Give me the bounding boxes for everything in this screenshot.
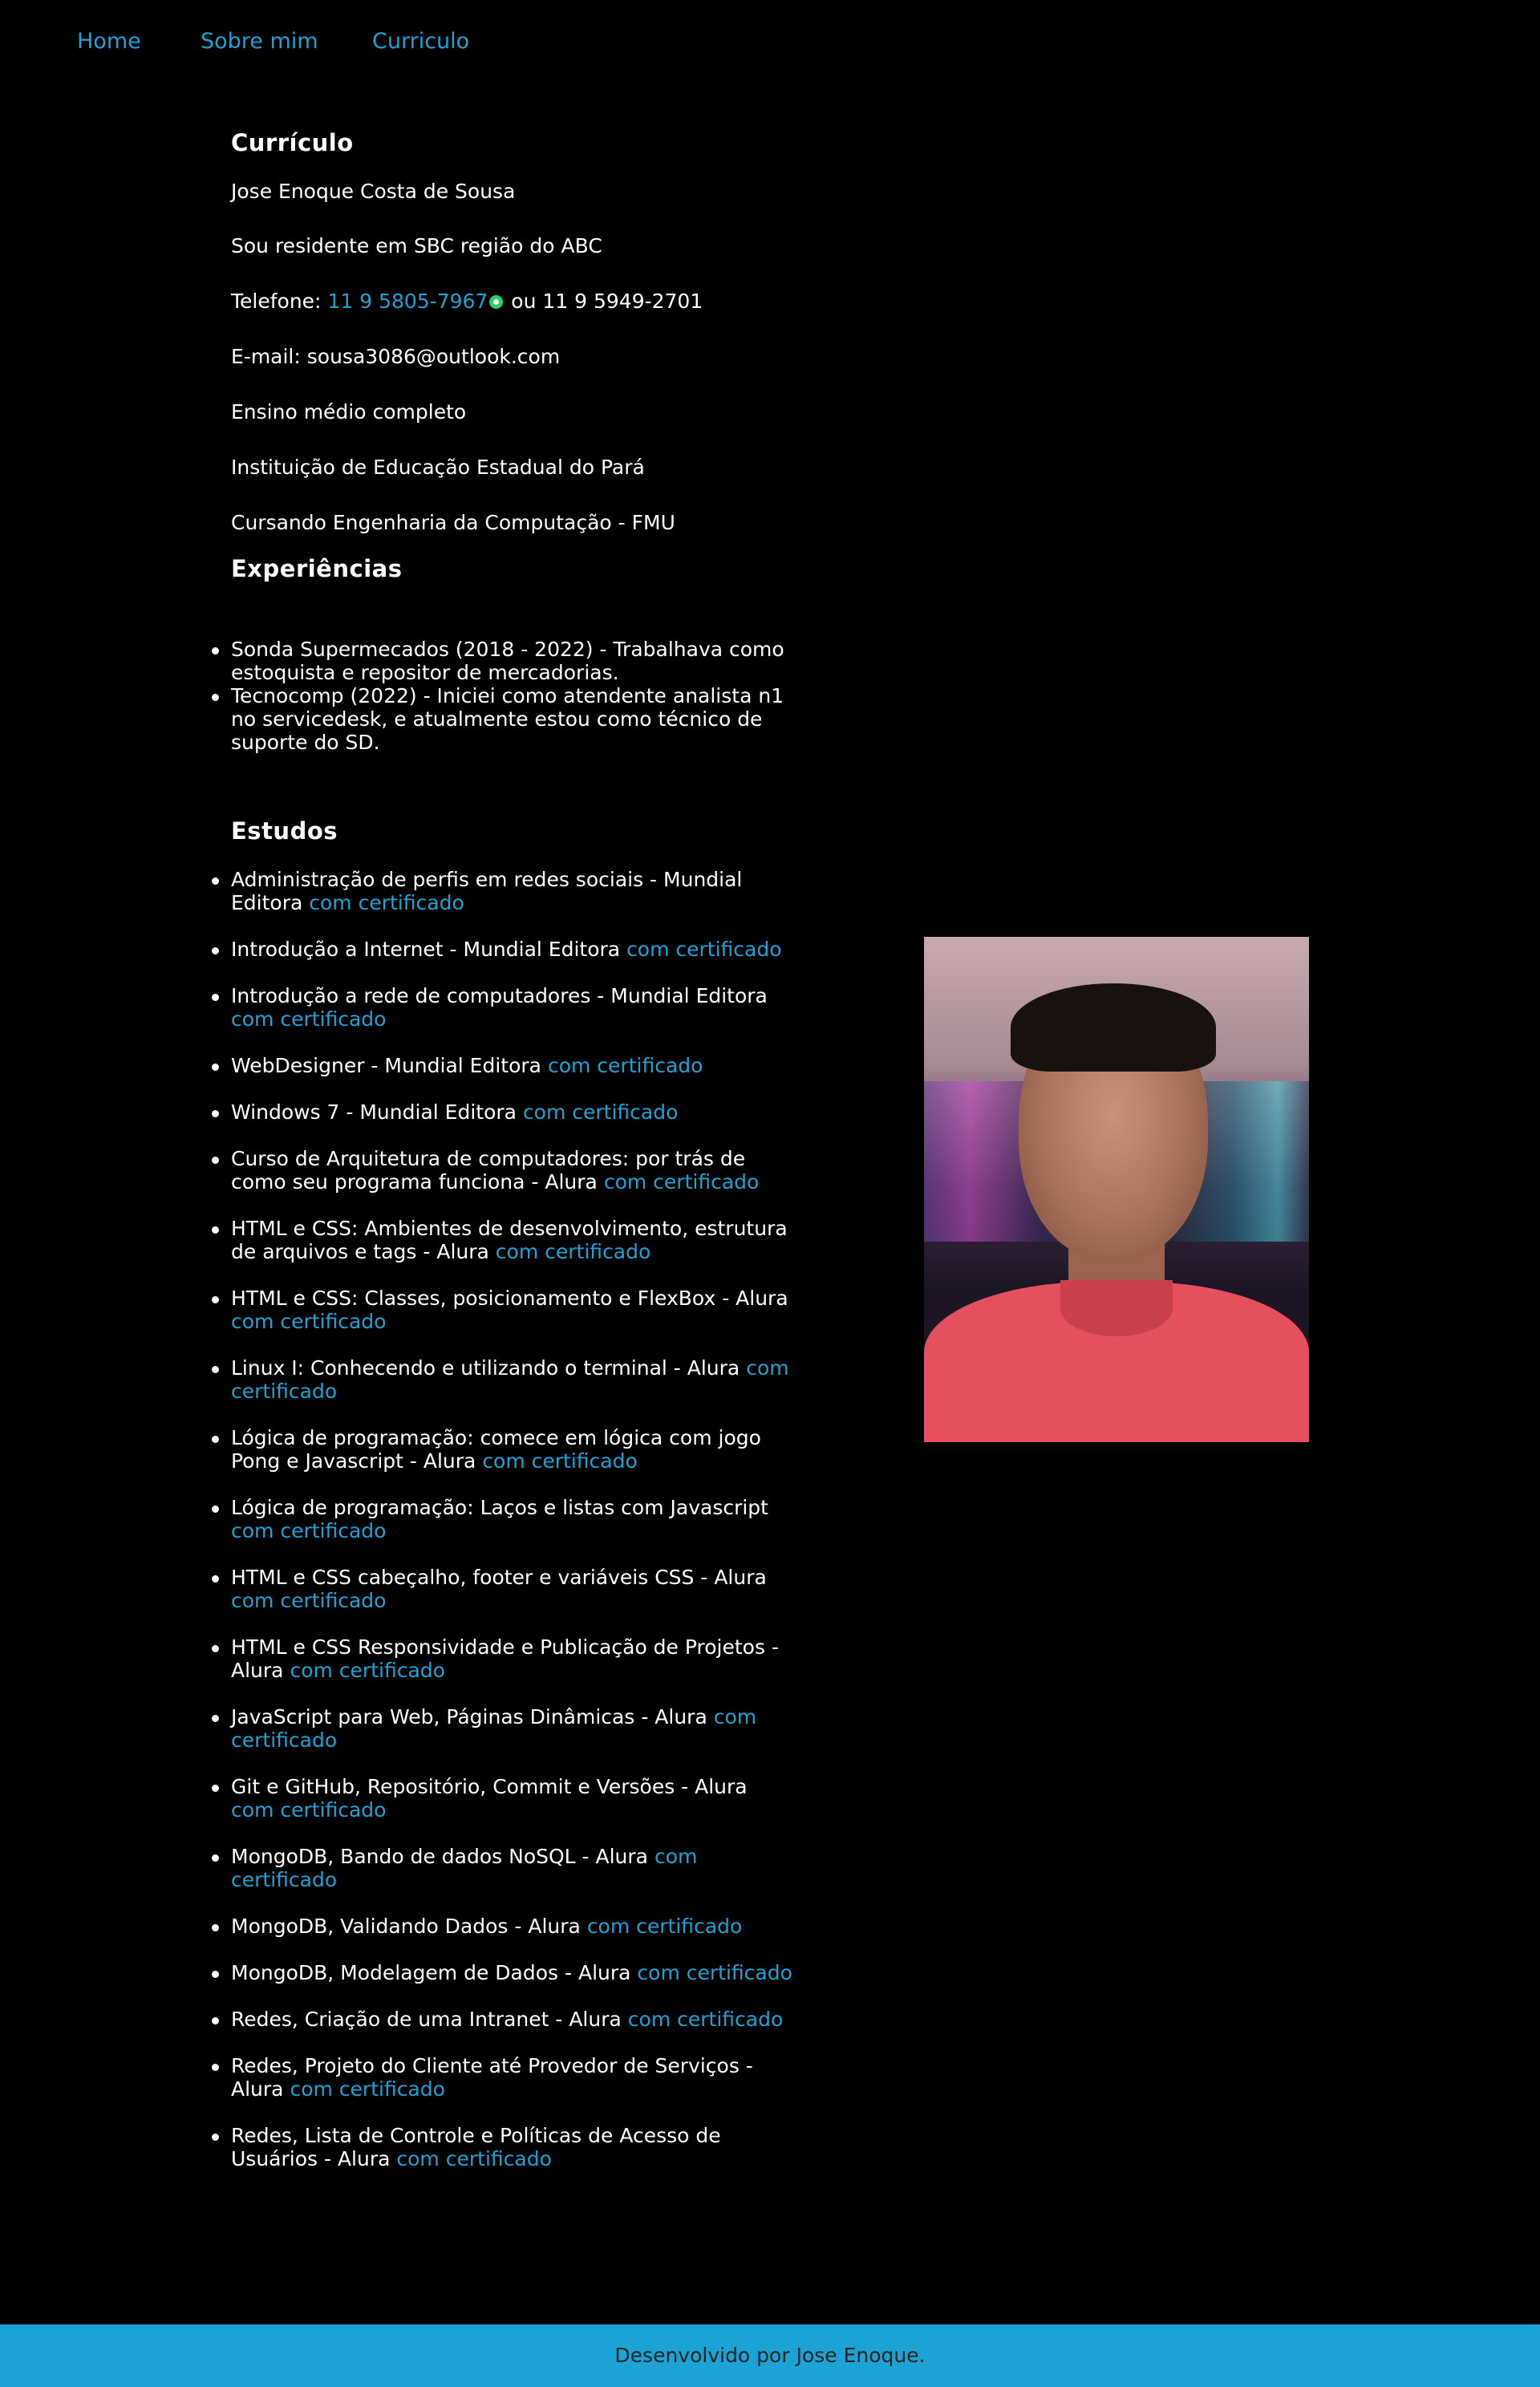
list-item: Lógica de programação: comece em lógica … bbox=[212, 1426, 792, 1473]
list-item: Administração de perfis em redes sociais… bbox=[212, 868, 792, 914]
list-item: Lógica de programação: Laços e listas co… bbox=[212, 1496, 792, 1542]
certificate-link[interactable]: com certificado bbox=[231, 1798, 386, 1822]
list-item: WebDesigner - Mundial Editora com certif… bbox=[212, 1054, 792, 1077]
course-title: HTML e CSS cabeçalho, footer e variáveis… bbox=[231, 1566, 767, 1589]
course-title: MongoDB, Validando Dados - Alura bbox=[231, 1915, 581, 1938]
footer-text: Desenvolvido por Jose Enoque. bbox=[614, 2344, 926, 2367]
phone-alt: ou 11 9 5949-2701 bbox=[511, 290, 703, 313]
course-title: HTML e CSS: Classes, posicionamento e Fl… bbox=[231, 1287, 788, 1310]
certificate-link[interactable]: com certificado bbox=[637, 1961, 792, 1984]
phone-label: Telefone: bbox=[231, 290, 322, 313]
list-item: MongoDB, Validando Dados - Alura com cer… bbox=[212, 1915, 792, 1938]
certificate-link[interactable]: com certificado bbox=[396, 2147, 551, 2170]
top-nav: Home Sobre mim Curriculo bbox=[0, 0, 1540, 85]
list-item: Redes, Lista de Controle e Políticas de … bbox=[212, 2124, 792, 2170]
list-item: Windows 7 - Mundial Editora com certific… bbox=[212, 1100, 792, 1124]
certificate-link[interactable]: com certificado bbox=[231, 1007, 386, 1031]
estudos-title: Estudos bbox=[231, 817, 338, 845]
certificate-link[interactable]: com certificado bbox=[626, 938, 781, 961]
residence-text: Sou residente em SBC região do ABC bbox=[231, 234, 602, 257]
certificate-link[interactable]: com certificado bbox=[496, 1240, 650, 1263]
curriculo-title: Currículo bbox=[231, 129, 354, 156]
course-title: JavaScript para Web, Páginas Dinâmicas -… bbox=[231, 1705, 707, 1728]
list-item: Redes, Projeto do Cliente até Provedor d… bbox=[212, 2054, 792, 2101]
list-item: Redes, Criação de uma Intranet - Alura c… bbox=[212, 2008, 792, 2031]
list-item: Tecnocomp (2022) - Iniciei como atendent… bbox=[212, 684, 792, 754]
list-item: Curso de Arquitetura de computadores: po… bbox=[212, 1147, 792, 1194]
experiencias-title: Experiências bbox=[231, 555, 403, 582]
list-item: JavaScript para Web, Páginas Dinâmicas -… bbox=[212, 1705, 792, 1752]
course-title: MongoDB, Modelagem de Dados - Alura bbox=[231, 1961, 631, 1984]
college-text: Cursando Engenharia da Computação - FMU bbox=[231, 511, 675, 534]
course-title: Git e GitHub, Repositório, Commit e Vers… bbox=[231, 1775, 748, 1798]
list-item: Git e GitHub, Repositório, Commit e Vers… bbox=[212, 1775, 792, 1822]
certificate-link[interactable]: com certificado bbox=[231, 1310, 386, 1333]
certificate-link[interactable]: com certificado bbox=[231, 1519, 386, 1542]
certificate-link[interactable]: com certificado bbox=[548, 1054, 703, 1077]
course-title: Lógica de programação: Laços e listas co… bbox=[231, 1496, 768, 1519]
phone-link[interactable]: 11 9 5805-7967 bbox=[327, 290, 488, 313]
certificate-link[interactable]: com certificado bbox=[290, 2077, 444, 2101]
list-item: MongoDB, Modelagem de Dados - Alura com … bbox=[212, 1961, 792, 1984]
phone-text: Telefone: 11 9 5805-7967 ou 11 9 5949-27… bbox=[231, 271, 792, 326]
course-title: Redes, Criação de uma Intranet - Alura bbox=[231, 2008, 622, 2031]
certificate-link[interactable]: com certificado bbox=[523, 1100, 678, 1124]
list-item: Linux I: Conhecendo e utilizando o termi… bbox=[212, 1356, 792, 1403]
certificate-link[interactable]: com certificado bbox=[290, 1659, 444, 1682]
list-item: Introdução a Internet - Mundial Editora … bbox=[212, 938, 792, 961]
profile-photo bbox=[924, 937, 1309, 1442]
list-item: HTML e CSS cabeçalho, footer e variáveis… bbox=[212, 1566, 792, 1612]
nav-curriculo-link[interactable]: Curriculo bbox=[372, 27, 469, 56]
list-item: Introdução a rede de computadores - Mund… bbox=[212, 984, 792, 1031]
certificate-link[interactable]: com certificado bbox=[604, 1170, 759, 1194]
certificate-link[interactable]: com certificado bbox=[231, 1589, 386, 1612]
list-item: HTML e CSS: Classes, posicionamento e Fl… bbox=[212, 1287, 792, 1333]
nav-sobre-link[interactable]: Sobre mim bbox=[201, 27, 318, 56]
course-title: Introdução a Internet - Mundial Editora bbox=[231, 938, 621, 961]
footer: Desenvolvido por Jose Enoque. bbox=[0, 2324, 1540, 2387]
email-text: E-mail: sousa3086@outlook.com bbox=[231, 345, 561, 368]
list-item: HTML e CSS: Ambientes de desenvolvimento… bbox=[212, 1217, 792, 1263]
course-title: Administração de perfis em redes sociais… bbox=[231, 868, 743, 914]
certificate-link[interactable]: com certificado bbox=[482, 1449, 637, 1473]
certificate-link[interactable]: com certificado bbox=[309, 891, 464, 914]
course-title: MongoDB, Bando de dados NoSQL - Alura bbox=[231, 1845, 648, 1868]
course-title: Windows 7 - Mundial Editora bbox=[231, 1100, 517, 1124]
experiencias-list: Sonda Supermecados (2018 - 2022) - Traba… bbox=[212, 638, 792, 754]
certificate-link[interactable]: com certificado bbox=[628, 2008, 783, 2031]
curriculo-section: Currículo Jose Enoque Costa de Sousa Sou… bbox=[212, 125, 792, 2194]
name-text: Jose Enoque Costa de Sousa bbox=[231, 180, 516, 203]
whatsapp-icon bbox=[489, 295, 504, 309]
institution-text: Instituição de Educação Estadual do Pará bbox=[231, 456, 645, 479]
school-text: Ensino médio completo bbox=[231, 400, 467, 424]
course-title: Introdução a rede de computadores - Mund… bbox=[231, 984, 768, 1007]
list-item: HTML e CSS Responsividade e Publicação d… bbox=[212, 1635, 792, 1682]
list-item: Sonda Supermecados (2018 - 2022) - Traba… bbox=[212, 638, 792, 684]
estudos-list: Administração de perfis em redes sociais… bbox=[212, 868, 792, 2170]
list-item: MongoDB, Bando de dados NoSQL - Alura co… bbox=[212, 1845, 792, 1891]
certificate-link[interactable]: com certificado bbox=[587, 1915, 742, 1938]
nav-home-link[interactable]: Home bbox=[77, 27, 141, 56]
course-title: Linux I: Conhecendo e utilizando o termi… bbox=[231, 1356, 740, 1380]
course-title: WebDesigner - Mundial Editora bbox=[231, 1054, 541, 1077]
